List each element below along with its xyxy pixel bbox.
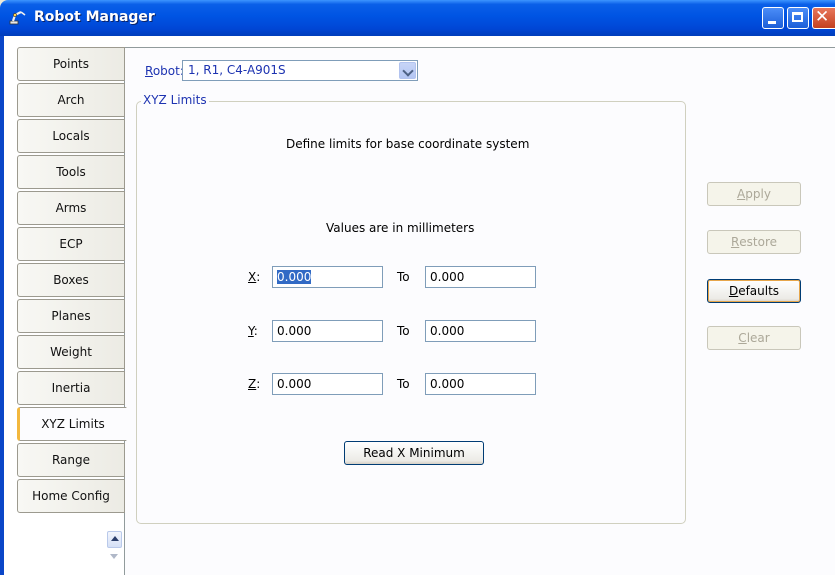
tab-arch[interactable]: Arch <box>17 83 125 117</box>
x-label-mnemonic: X <box>248 270 257 284</box>
defaults-button[interactable]: Defaults <box>707 279 801 303</box>
units-note: Values are in millimeters <box>326 221 475 235</box>
maximize-icon <box>792 12 803 22</box>
robot-label-text: obot: <box>152 64 184 78</box>
tab-label: Arch <box>57 93 85 107</box>
defaults-label: efaults <box>738 284 780 298</box>
tab-tools[interactable]: Tools <box>17 155 125 189</box>
robot-label-mnemonic: R <box>145 64 153 78</box>
chevron-down-icon <box>402 65 414 77</box>
tab-arms[interactable]: Arms <box>17 191 125 225</box>
close-icon: ✕ <box>815 7 830 27</box>
tab-ecp[interactable]: ECP <box>17 227 125 261</box>
z-min-value: 0.000 <box>277 377 312 391</box>
apply-button[interactable]: Apply <box>707 182 801 206</box>
restore-mnemonic: R <box>730 235 740 249</box>
tab-weight[interactable]: Weight <box>17 335 125 369</box>
y-min-value: 0.000 <box>277 324 312 338</box>
tab-scroll-up-button[interactable] <box>107 531 122 548</box>
tab-label: Home Config <box>32 489 110 503</box>
tab-label: Boxes <box>53 273 89 287</box>
tab-label: Points <box>52 57 90 71</box>
x-min-field[interactable]: 0.000 <box>272 266 383 288</box>
defaults-mnemonic: D <box>728 284 739 298</box>
x-label-suffix: : <box>256 270 261 284</box>
y-max-field[interactable]: 0.000 <box>425 320 536 342</box>
robot-arm-icon <box>9 11 26 25</box>
clear-label: lear <box>746 331 770 345</box>
tab-locals[interactable]: Locals <box>17 119 125 153</box>
tab-label: Weight <box>50 345 92 359</box>
clear-button[interactable]: Clear <box>707 326 801 350</box>
z-label-mnemonic: Z <box>248 377 257 391</box>
robot-select[interactable]: 1, R1, C4-A901S <box>182 60 418 81</box>
restore-label: estore <box>739 235 778 249</box>
tab-planes[interactable]: Planes <box>17 299 125 333</box>
minimize-icon <box>768 21 776 24</box>
x-min-value: 0.000 <box>277 270 312 284</box>
tab-xyz-limits[interactable]: XYZ Limits <box>17 407 127 441</box>
window-title: Robot Manager <box>34 9 155 25</box>
window-frame-left <box>0 36 4 575</box>
tab-points[interactable]: Points <box>17 47 125 81</box>
apply-label: pply <box>745 187 771 201</box>
tab-range[interactable]: Range <box>17 443 125 477</box>
z-label-suffix: : <box>256 377 261 391</box>
y-min-field[interactable]: 0.000 <box>272 320 383 342</box>
z-min-field[interactable]: 0.000 <box>272 373 383 395</box>
description-text: Define limits for base coordinate system <box>286 137 530 151</box>
restore-button[interactable]: Restore <box>707 230 801 254</box>
tab-label: ECP <box>59 237 83 251</box>
x-max-field[interactable]: 0.000 <box>425 266 536 288</box>
z-max-field[interactable]: 0.000 <box>425 373 536 395</box>
y-label: Y: <box>248 324 258 338</box>
robot-dropdown-button[interactable] <box>399 62 416 79</box>
tab-label: Inertia <box>51 381 91 395</box>
tab-label: Range <box>51 453 91 467</box>
x-max-value: 0.000 <box>430 270 465 284</box>
robot-select-value: 1, R1, C4-A901S <box>188 63 286 77</box>
tab-label: Locals <box>52 129 90 143</box>
read-x-minimum-button[interactable]: Read X Minimum <box>344 441 484 465</box>
z-label: Z: <box>248 377 260 391</box>
z-to-label: To <box>397 377 410 391</box>
x-label: X: <box>248 270 260 284</box>
tab-boxes[interactable]: Boxes <box>17 263 125 297</box>
z-max-value: 0.000 <box>430 377 465 391</box>
y-max-value: 0.000 <box>430 324 465 338</box>
tab-scroll-down-button[interactable] <box>107 549 122 566</box>
y-label-suffix: : <box>253 324 258 338</box>
title-bar: Robot Manager ✕ <box>0 0 835 36</box>
robot-label: Robot: <box>145 64 184 78</box>
group-title: XYZ Limits <box>141 93 209 107</box>
tab-home-config[interactable]: Home Config <box>17 479 125 513</box>
tab-label: XYZ Limits <box>41 417 105 431</box>
tab-label: Tools <box>56 165 86 179</box>
x-to-label: To <box>397 270 410 284</box>
apply-mnemonic: A <box>737 187 746 201</box>
tab-inertia[interactable]: Inertia <box>17 371 125 405</box>
y-to-label: To <box>397 324 410 338</box>
arrow-up-icon <box>111 536 119 541</box>
clear-mnemonic: C <box>738 331 747 345</box>
close-button[interactable]: ✕ <box>812 7 835 29</box>
maximize-button[interactable] <box>787 7 809 29</box>
tab-label: Arms <box>55 201 87 215</box>
arrow-down-icon <box>110 554 118 559</box>
minimize-button[interactable] <box>762 7 784 29</box>
tab-label: Planes <box>51 309 91 323</box>
